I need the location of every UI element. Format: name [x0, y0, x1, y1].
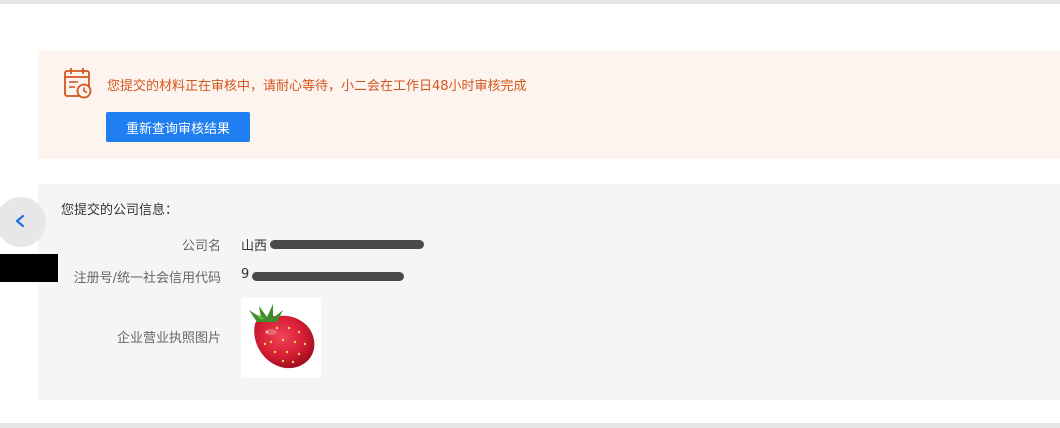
recheck-review-button[interactable]: 重新查询审核结果 — [106, 112, 250, 142]
review-notice-banner: 您提交的材料正在审核中，请耐心等待，小二会在工作日48小时审核完成 重新查询审核… — [38, 50, 1060, 159]
company-name-redaction — [270, 240, 424, 249]
occluding-block — [0, 254, 58, 282]
registration-code-redaction — [252, 272, 404, 281]
company-name-label: 公司名 — [181, 239, 221, 254]
bottom-divider — [0, 423, 1060, 428]
chevron-left-icon — [15, 214, 25, 228]
registration-code-value: 9 — [241, 267, 249, 282]
strawberry-image — [249, 304, 315, 369]
calendar-clock-icon — [62, 66, 94, 100]
business-license-image[interactable] — [241, 298, 321, 378]
company-info-panel: 您提交的公司信息： 公司名 山西 注册号/统一社会信用代码 9 企业营业执照图片 — [38, 184, 1060, 400]
company-name-visible-text: 山西 — [241, 239, 268, 254]
registration-code-visible-text: 9 — [241, 267, 250, 282]
review-status-message: 您提交的材料正在审核中，请耐心等待，小二会在工作日48小时审核完成 — [107, 79, 527, 94]
company-info-title: 您提交的公司信息： — [61, 203, 179, 218]
company-name-value: 山西 — [241, 235, 267, 254]
registration-code-label: 注册号/统一社会信用代码 — [73, 271, 221, 286]
business-license-label: 企业营业执照图片 — [116, 331, 221, 346]
top-divider — [0, 0, 1060, 4]
